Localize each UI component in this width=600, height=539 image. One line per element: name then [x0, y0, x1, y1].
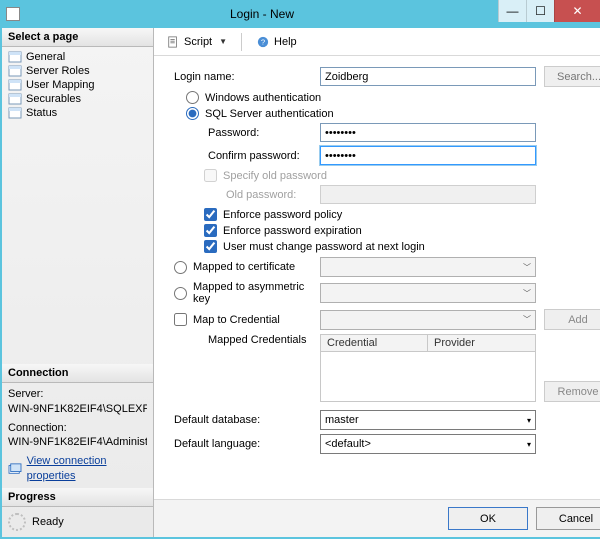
- specify-old-password-option: Specify old password: [162, 169, 600, 182]
- help-label: Help: [274, 36, 297, 48]
- sql-auth-label: SQL Server authentication: [205, 108, 334, 120]
- must-change-checkbox[interactable]: [204, 240, 217, 253]
- title-bar: Login - New — ☐ ✕: [0, 0, 600, 28]
- windows-auth-radio[interactable]: [186, 91, 199, 104]
- default-database-label: Default database:: [162, 414, 320, 426]
- sql-auth-option[interactable]: SQL Server authentication: [162, 107, 600, 120]
- default-language-label: Default language:: [162, 438, 320, 450]
- enforce-policy-checkbox[interactable]: [204, 208, 217, 221]
- map-credential-checkbox[interactable]: [174, 313, 187, 326]
- script-label: Script: [184, 36, 212, 48]
- dialog-button-bar: OK Cancel: [154, 499, 600, 537]
- default-language-select[interactable]: <default> ▾: [320, 434, 536, 454]
- add-button: Add: [544, 309, 600, 330]
- old-password-input: [320, 185, 536, 204]
- mapped-credentials-label: Mapped Credentials: [162, 334, 320, 346]
- select-page-header: Select a page: [2, 28, 153, 47]
- windows-auth-option[interactable]: Windows authentication: [162, 91, 600, 104]
- link-text: View connection properties: [27, 454, 147, 484]
- cred-col-credential: Credential: [321, 335, 428, 352]
- mapped-asym-label: Mapped to asymmetric key: [193, 281, 320, 305]
- view-connection-properties-link[interactable]: View connection properties: [8, 454, 147, 484]
- progress-status: Ready: [32, 516, 64, 528]
- chevron-down-icon: ▾: [527, 416, 531, 425]
- page-label: Server Roles: [26, 65, 90, 77]
- windows-auth-label: Windows authentication: [205, 92, 321, 104]
- specify-old-password-checkbox: [204, 169, 217, 182]
- mapped-asym-radio[interactable]: [174, 287, 187, 300]
- page-label: Status: [26, 107, 57, 119]
- help-icon: ?: [256, 36, 270, 48]
- script-button[interactable]: Script: [162, 34, 231, 50]
- mapped-credentials-table: Credential Provider: [320, 334, 536, 402]
- close-button[interactable]: ✕: [554, 0, 600, 22]
- svg-text:?: ?: [261, 37, 265, 46]
- script-icon: [166, 36, 180, 48]
- window-title: Login - New: [26, 7, 498, 21]
- login-name-input[interactable]: [320, 67, 536, 86]
- specify-old-label: Specify old password: [223, 170, 327, 182]
- properties-icon: [8, 462, 23, 476]
- connection-value: WIN-9NF1K82EIF4\Administrator: [8, 435, 147, 450]
- page-icon: [8, 79, 22, 91]
- page-label: General: [26, 51, 65, 63]
- sql-auth-radio[interactable]: [186, 107, 199, 120]
- cred-col-provider: Provider: [428, 335, 535, 352]
- server-value: WIN-9NF1K82EIF4\SQLEXPRES: [8, 402, 147, 417]
- mapped-cert-label: Mapped to certificate: [193, 261, 295, 273]
- page-icon: [8, 51, 22, 63]
- default-language-value: <default>: [325, 438, 371, 450]
- page-icon: [8, 65, 22, 77]
- enforce-expiration-label: Enforce password expiration: [223, 225, 362, 237]
- search-button[interactable]: Search...: [544, 66, 600, 87]
- form-area: Login name: Search... Windows authentica…: [154, 56, 600, 499]
- page-item-general[interactable]: General: [4, 50, 151, 64]
- page-item-status[interactable]: Status: [4, 106, 151, 120]
- page-label: User Mapping: [26, 79, 94, 91]
- toolbar-separator: [241, 33, 242, 51]
- page-item-securables[interactable]: Securables: [4, 92, 151, 106]
- mapped-cert-radio[interactable]: [174, 261, 187, 274]
- connection-header: Connection: [2, 364, 153, 383]
- page-icon: [8, 107, 22, 119]
- connection-label: Connection:: [8, 421, 147, 436]
- map-credential-label: Map to Credential: [193, 314, 280, 326]
- remove-button: Remove: [544, 381, 600, 402]
- help-button[interactable]: ? Help: [252, 34, 301, 50]
- enforce-policy-label: Enforce password policy: [223, 209, 342, 221]
- cancel-button[interactable]: Cancel: [536, 507, 600, 530]
- app-icon: [6, 7, 20, 21]
- chevron-down-icon: ▾: [527, 440, 531, 449]
- map-credential-dropdown: ﹀: [320, 310, 536, 330]
- login-name-label: Login name:: [162, 71, 320, 83]
- mapped-cert-dropdown: ﹀: [320, 257, 536, 277]
- left-panel: Select a page General Server Roles User …: [2, 28, 154, 537]
- old-password-label: Old password:: [162, 189, 320, 201]
- must-change-label: User must change password at next login: [223, 241, 425, 253]
- confirm-password-label: Confirm password:: [162, 150, 320, 162]
- enforce-expiration-checkbox[interactable]: [204, 224, 217, 237]
- minimize-button[interactable]: —: [498, 0, 526, 22]
- ok-button[interactable]: OK: [448, 507, 528, 530]
- default-database-select[interactable]: master ▾: [320, 410, 536, 430]
- confirm-password-input[interactable]: [320, 146, 536, 165]
- password-label: Password:: [162, 127, 320, 139]
- page-icon: [8, 93, 22, 105]
- page-item-server-roles[interactable]: Server Roles: [4, 64, 151, 78]
- server-label: Server:: [8, 387, 147, 402]
- page-item-user-mapping[interactable]: User Mapping: [4, 78, 151, 92]
- password-input[interactable]: [320, 123, 536, 142]
- progress-spinner-icon: [8, 513, 26, 531]
- page-label: Securables: [26, 93, 81, 105]
- toolbar: Script ? Help: [154, 28, 600, 56]
- default-database-value: master: [325, 414, 359, 426]
- mapped-asym-dropdown: ﹀: [320, 283, 536, 303]
- progress-header: Progress: [2, 488, 153, 507]
- maximize-button[interactable]: ☐: [526, 0, 554, 22]
